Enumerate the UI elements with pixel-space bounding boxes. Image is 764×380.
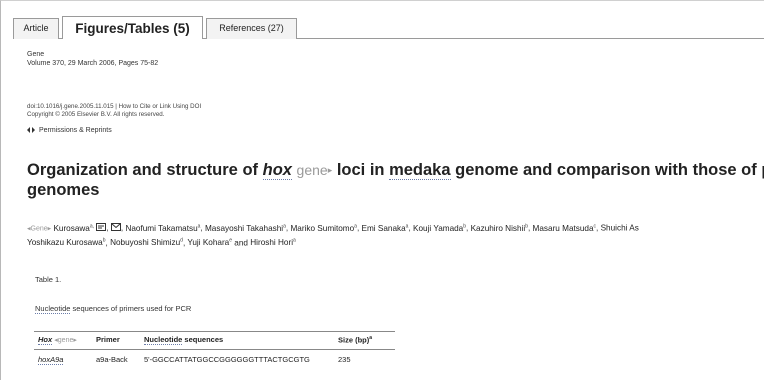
author[interactable]: Masaru Matsudac [532, 223, 597, 233]
author-affiliation: a [293, 237, 296, 244]
title-gene-tag-label: gene [296, 162, 328, 178]
copyright-line: Copyright © 2005 Elsevier B.V. All right… [27, 111, 165, 118]
title-part: Organization and structure of [27, 161, 263, 179]
author-name: Yoshikazu Kurosawa [27, 238, 103, 248]
col-header-size: Size (bp)a [334, 331, 395, 350]
author-name: Masaru Matsuda [532, 223, 594, 233]
author-name: Kazuhiro Nishii [470, 223, 526, 233]
author[interactable]: Kazuhiro Nishiib [470, 223, 528, 233]
col-header-sequence: Nucleotide sequences [140, 331, 334, 350]
header-nucleotide-link[interactable]: Nucleotide [144, 335, 183, 346]
author-affiliation: a [405, 223, 409, 229]
gene-link[interactable]: hoxA9a [38, 354, 64, 365]
hox-link[interactable]: Hox [38, 335, 53, 346]
author[interactable]: Mariko Sumitomoa [290, 223, 357, 233]
tab-bar: Article Figures/Tables (5) References (2… [13, 16, 764, 39]
article-meta: doi:10.1016/j.gene.2005.11.015 | How to … [27, 103, 201, 119]
caret-right-icon: ▸ [47, 225, 52, 233]
author-affiliation: c [593, 223, 597, 229]
author-name: Mariko Sumitomo [290, 223, 355, 233]
title-part: genome and comparison with those of p [450, 161, 764, 179]
author[interactable]: Nobuyoshi Shimizud [110, 237, 183, 248]
tab-references[interactable]: References (27) [206, 18, 297, 39]
author[interactable]: Naofumi Takamatsua [125, 223, 201, 233]
author-name: Masayoshi Takahashi [204, 223, 284, 233]
caret-right-icon: ▸ [73, 337, 77, 345]
author[interactable]: Hiroshi Horia [250, 237, 296, 248]
caption-nucleotide-link[interactable]: Nucleotide [35, 304, 71, 314]
author[interactable]: Kurosawaa, [53, 223, 95, 233]
permissions-arrows-icon [27, 126, 35, 134]
primer-table: Hox ◂gene▸ Primer Nucleotide sequences S… [34, 331, 395, 366]
volume-info: Volume 370, 29 March 2006, Pages 75-82 [27, 60, 159, 67]
author-gene-tag[interactable]: ◂Gene▸ [27, 226, 51, 233]
author-affiliation: d [180, 237, 183, 244]
author-affiliation: b [463, 223, 467, 229]
title-hox-link[interactable]: hox [262, 161, 292, 180]
author-affiliation: b [102, 237, 106, 244]
author-name: Yuji Kohara [187, 238, 230, 248]
author-affiliation: b [525, 223, 528, 229]
author[interactable]: Masayoshi Takahashia [204, 223, 286, 233]
author-affiliation: a, [89, 223, 95, 229]
article-title: Organization and structure of hox gene▸ … [27, 160, 764, 200]
table-label: Table 1. [35, 275, 62, 284]
caption-text: sequences of primers used for PCR [70, 304, 192, 313]
author-affiliation: a [354, 223, 357, 229]
author-name: Kurosawa [53, 223, 90, 233]
col-header-hox-gene: Hox ◂gene▸ [34, 331, 92, 350]
author-name: Nobuyoshi Shimizu [110, 238, 181, 248]
author-affiliation: e [229, 237, 233, 244]
author[interactable]: Yuji Koharae [187, 237, 233, 248]
cell-primer: a9a-Back [96, 354, 128, 364]
header-gene-tag[interactable]: ◂gene▸ [54, 337, 77, 344]
cell-sequence: 5'-GGCCATTATGGCCGGGGGGTTTACTGCGTG [144, 354, 310, 364]
permissions-link[interactable]: Permissions & Reprints [27, 126, 112, 134]
permissions-label: Permissions & Reprints [39, 126, 112, 134]
cell-size: 235 [338, 354, 351, 364]
author-affiliation: a [197, 223, 201, 229]
header-sequence-text: sequences [182, 335, 224, 345]
table-header-row: Hox ◂gene▸ Primer Nucleotide sequences S… [34, 331, 395, 350]
header-size-text: Size (bp) [338, 335, 370, 345]
author[interactable]: Yoshikazu Kurosawab [27, 237, 106, 248]
title-gene-tag[interactable]: gene▸ [297, 162, 333, 178]
title-medaka-link[interactable]: medaka [389, 161, 451, 180]
author-name: Hiroshi Hori [250, 238, 294, 248]
author-name: Kouji Yamada [413, 223, 464, 233]
author-name: Naofumi Takamatsu [125, 223, 198, 233]
author-affiliation: a [283, 223, 286, 229]
doi-line[interactable]: doi:10.1016/j.gene.2005.11.015 | How to … [27, 103, 201, 111]
journal-link[interactable]: Gene [27, 50, 158, 59]
publication-info: Gene Volume 370, 29 March 2006, Pages 75… [27, 50, 158, 68]
cell-gene: hoxA9a [34, 349, 92, 366]
header-gene-tag-label: gene [57, 337, 74, 345]
corresponding-author-icon[interactable] [96, 222, 107, 233]
author[interactable]: Shuichi As [601, 224, 639, 233]
tab-figures-tables[interactable]: Figures/Tables (5) [62, 16, 203, 39]
table-row: hoxA9a a9a-Back 5'-GGCCATTATGGCCGGGGGGTT… [34, 349, 395, 366]
title-line2: genomes [27, 181, 100, 199]
author-name: Shuichi As [600, 223, 639, 233]
author[interactable]: Kouji Yamadab [413, 223, 467, 233]
col-header-primer: Primer [92, 331, 140, 350]
author-name: Emi Sanaka [361, 223, 406, 233]
tab-article[interactable]: Article [13, 18, 59, 39]
table-caption: Nucleotide sequences of primers used for… [35, 304, 192, 314]
title-part: loci in [332, 161, 390, 179]
author[interactable]: Emi Sanakaa [361, 223, 409, 233]
author-gene-tag-label: Gene [30, 225, 48, 233]
author-list: ◂Gene▸ Kurosawaa, , , Naofumi Takamatsua… [27, 218, 764, 251]
header-size-footnote: a [369, 335, 373, 341]
email-icon[interactable] [110, 222, 121, 233]
and-word: and [234, 238, 248, 248]
